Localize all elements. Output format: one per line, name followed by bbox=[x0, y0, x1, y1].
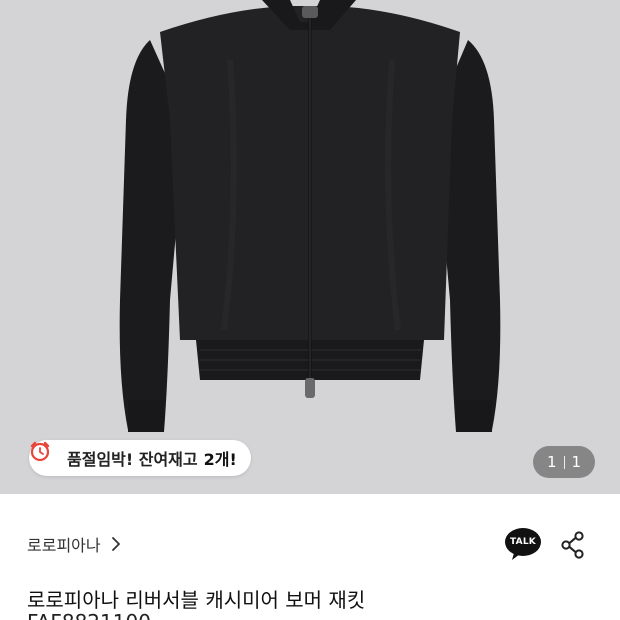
share-button[interactable] bbox=[558, 530, 588, 560]
counter-divider bbox=[563, 455, 565, 469]
share-icon bbox=[561, 531, 584, 559]
product-code: FAF8821100 bbox=[27, 611, 151, 620]
stock-alert-badge: 품절임박! 잔여재고 2개! bbox=[29, 440, 251, 476]
product-title: 로로피아나 리버서블 캐시미어 보머 재킷 bbox=[27, 588, 366, 612]
image-page-total: 1 bbox=[571, 453, 582, 471]
brand-name: 로로피아나 bbox=[27, 536, 101, 555]
kakaotalk-button[interactable]: TALK bbox=[504, 527, 542, 561]
image-page-counter: 1 1 bbox=[533, 446, 595, 478]
product-image bbox=[0, 0, 620, 494]
chevron-right-icon bbox=[111, 537, 121, 551]
talk-label: TALK bbox=[510, 537, 536, 547]
brand-link[interactable]: 로로피아나 bbox=[27, 532, 121, 556]
image-page-current: 1 bbox=[546, 453, 557, 471]
product-image-gallery[interactable]: 품절임박! 잔여재고 2개! 1 1 bbox=[0, 0, 620, 494]
stock-alert-count: 2개! bbox=[203, 450, 237, 469]
alarm-clock-icon bbox=[30, 441, 61, 469]
stock-alert-text: 품절임박! 잔여재고 bbox=[67, 450, 198, 469]
